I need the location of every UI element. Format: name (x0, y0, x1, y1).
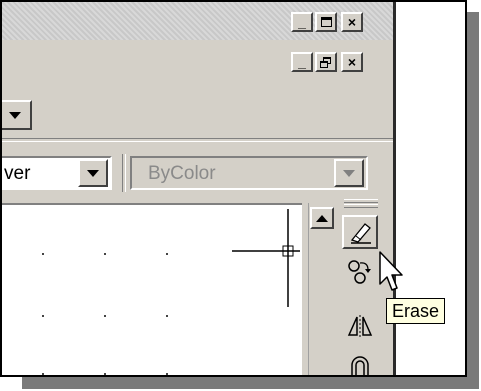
grid-dot (166, 373, 168, 375)
color-combo-value: ByColor (148, 163, 216, 184)
drawing-area[interactable] (2, 203, 302, 375)
maximize-icon (320, 17, 332, 27)
chevron-down-icon (9, 111, 21, 119)
grid-dot (42, 315, 44, 317)
toolbar-divider (2, 138, 393, 142)
close-button[interactable]: × (341, 12, 363, 32)
toolbar-grip[interactable] (344, 204, 378, 208)
color-combo[interactable]: ByColor (130, 156, 368, 190)
chevron-down-icon (87, 169, 99, 177)
mirror-tool-button[interactable] (342, 309, 378, 343)
grid-dot (104, 315, 106, 317)
doc-close-icon: × (347, 54, 357, 70)
toolbar-separator (122, 154, 126, 192)
grid-dot (166, 315, 168, 317)
minimize-button[interactable]: _ (291, 12, 313, 32)
minimize-icon: _ (298, 14, 306, 30)
mouse-pointer-icon (379, 251, 403, 291)
grid-dot (42, 253, 44, 255)
application-window: _ × _ × ver ByColor (2, 2, 396, 375)
grid-dot (104, 253, 106, 255)
eraser-icon (350, 223, 371, 244)
close-icon: × (347, 14, 357, 30)
erase-tool-button[interactable] (342, 215, 378, 249)
chevron-up-icon (316, 214, 328, 222)
layer-combo-value: ver (4, 163, 31, 184)
restore-icon (320, 56, 332, 68)
frame-shadow-bottom (22, 377, 479, 389)
erase-tooltip: Erase (386, 298, 446, 324)
title-bar: _ × (2, 2, 393, 40)
copy-object-icon (348, 260, 371, 284)
doc-close-button[interactable]: × (341, 52, 363, 72)
layer-combo-dropdown[interactable] (78, 159, 108, 187)
chevron-down-icon (343, 169, 355, 177)
toolbar-grip[interactable] (344, 199, 378, 203)
grid-dot (104, 373, 106, 375)
color-combo-dropdown[interactable] (334, 159, 364, 187)
grid-dot (166, 253, 168, 255)
frame-shadow-right (467, 12, 479, 387)
properties-toolbar: ver ByColor (2, 144, 393, 203)
screenshot-frame: _ × _ × ver ByColor Erase (0, 0, 467, 377)
doc-restore-button[interactable] (315, 52, 337, 72)
scroll-up-button[interactable] (310, 207, 334, 229)
doc-minimize-button[interactable]: _ (291, 52, 313, 72)
layer-combo[interactable]: ver (2, 156, 112, 190)
mirror-icon (347, 315, 373, 337)
grid-dot (42, 373, 44, 375)
doc-minimize-icon: _ (298, 54, 306, 70)
offset-icon (351, 356, 369, 375)
crosshair-cursor-icon (232, 209, 300, 307)
standard-toolbar (2, 80, 393, 144)
offset-tool-button[interactable] (342, 347, 378, 375)
document-controls-bar: _ × (2, 40, 393, 80)
maximize-button[interactable] (315, 12, 337, 32)
vertical-scrollbar[interactable] (308, 203, 335, 375)
toolbar-dropdown-button[interactable] (2, 100, 32, 130)
